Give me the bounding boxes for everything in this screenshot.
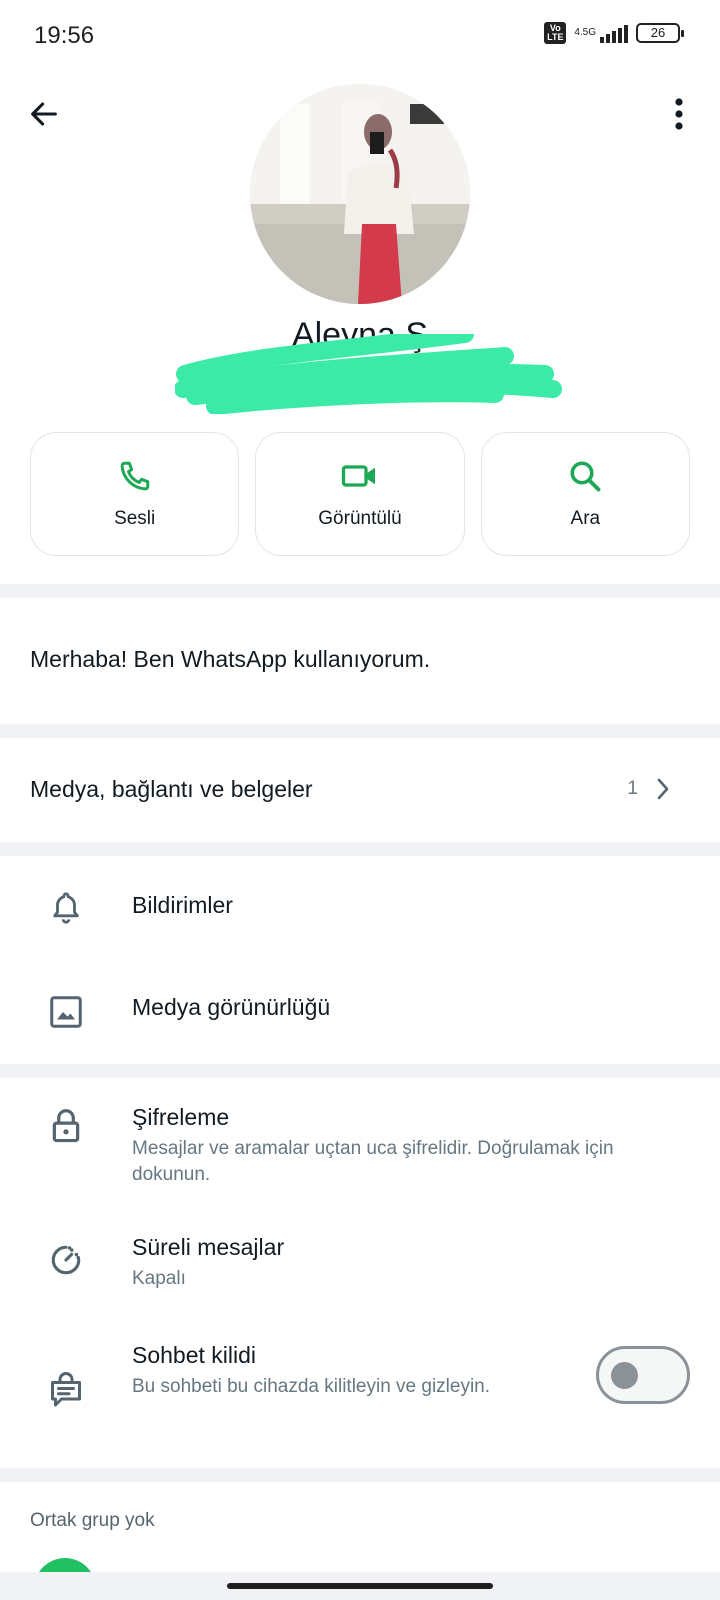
arrow-left-icon (31, 102, 57, 126)
search-label: Ara (570, 508, 601, 529)
chat-lock-row[interactable]: Sohbet kilidi Bu sohbeti bu cihazda kili… (0, 1324, 720, 1468)
signal-icon (600, 23, 628, 43)
battery-icon: 26 (636, 23, 684, 43)
home-indicator[interactable] (227, 1583, 493, 1589)
voice-call-label: Sesli (114, 508, 156, 529)
profile-photo[interactable] (250, 84, 470, 304)
chat-lock-subtitle: Bu sohbeti bu cihazda kilitleyin ve gizl… (132, 1376, 491, 1397)
redaction-scribble (175, 334, 562, 414)
media-visibility-row[interactable]: Medya görünürlüğü (0, 958, 720, 1064)
toggle-knob (611, 1362, 638, 1389)
media-label: Medya, bağlantı ve belgeler (30, 776, 313, 802)
navigation-bar (0, 1572, 720, 1600)
disappearing-subtitle: Kapalı (132, 1268, 186, 1289)
more-options-button[interactable] (664, 94, 694, 134)
more-vert-icon (675, 98, 683, 130)
encryption-row[interactable]: Şifreleme Mesajlar ve aramalar uçtan uca… (0, 1078, 720, 1210)
network-type: 4.5G (574, 27, 596, 38)
disappearing-title: Süreli mesajlar (132, 1234, 285, 1260)
action-buttons: Sesli Görüntülü Ara (30, 432, 690, 556)
voice-call-button[interactable]: Sesli (30, 432, 240, 556)
common-groups-label: Ortak grup yok (30, 1510, 155, 1531)
notifications-row[interactable]: Bildirimler (0, 856, 720, 958)
volte-icon: Vo LTE (544, 22, 567, 44)
chevron-right-icon (657, 778, 669, 800)
encryption-subtitle: Mesajlar ve aramalar uçtan uca şifrelidi… (132, 1138, 614, 1185)
video-icon (341, 465, 375, 487)
about-text: Merhaba! Ben WhatsApp kullanıyorum. (30, 646, 431, 672)
chat-lock-title: Sohbet kilidi (132, 1342, 257, 1368)
search-icon (570, 461, 601, 492)
profile-photo-image (250, 84, 470, 304)
settings-group-2: Şifreleme Mesajlar ve aramalar uçtan uca… (0, 1078, 720, 1468)
bell-icon (44, 886, 88, 930)
phone-icon (120, 461, 149, 491)
media-visibility-label: Medya görünürlüğü (132, 994, 331, 1020)
disappearing-messages-row[interactable]: Süreli mesajlar Kapalı (0, 1210, 720, 1324)
timer-icon (44, 1238, 88, 1282)
status-time: 19:56 (34, 22, 95, 49)
status-icons: Vo LTE 4.5G 26 (544, 22, 684, 44)
media-count: 1 (627, 778, 638, 799)
status-bar: 19:56 Vo LTE 4.5G 26 (0, 0, 720, 72)
notifications-label: Bildirimler (132, 892, 233, 918)
chat-lock-toggle[interactable] (596, 1346, 690, 1404)
media-row[interactable]: Medya, bağlantı ve belgeler 1 (0, 738, 720, 842)
image-icon (44, 990, 88, 1034)
contact-header: Aleyna Ş Sesli Görüntülü Ara (0, 72, 720, 584)
search-button[interactable]: Ara (480, 432, 690, 556)
about-section[interactable]: Merhaba! Ben WhatsApp kullanıyorum. (0, 598, 720, 724)
settings-group-1: Bildirimler Medya görünürlüğü (0, 856, 720, 1064)
encryption-title: Şifreleme (132, 1104, 230, 1130)
video-call-label: Görüntülü (318, 508, 402, 529)
back-button[interactable] (24, 94, 64, 134)
video-call-button[interactable]: Görüntülü (255, 432, 465, 556)
chat-lock-icon (44, 1368, 88, 1412)
lock-icon (44, 1104, 88, 1148)
